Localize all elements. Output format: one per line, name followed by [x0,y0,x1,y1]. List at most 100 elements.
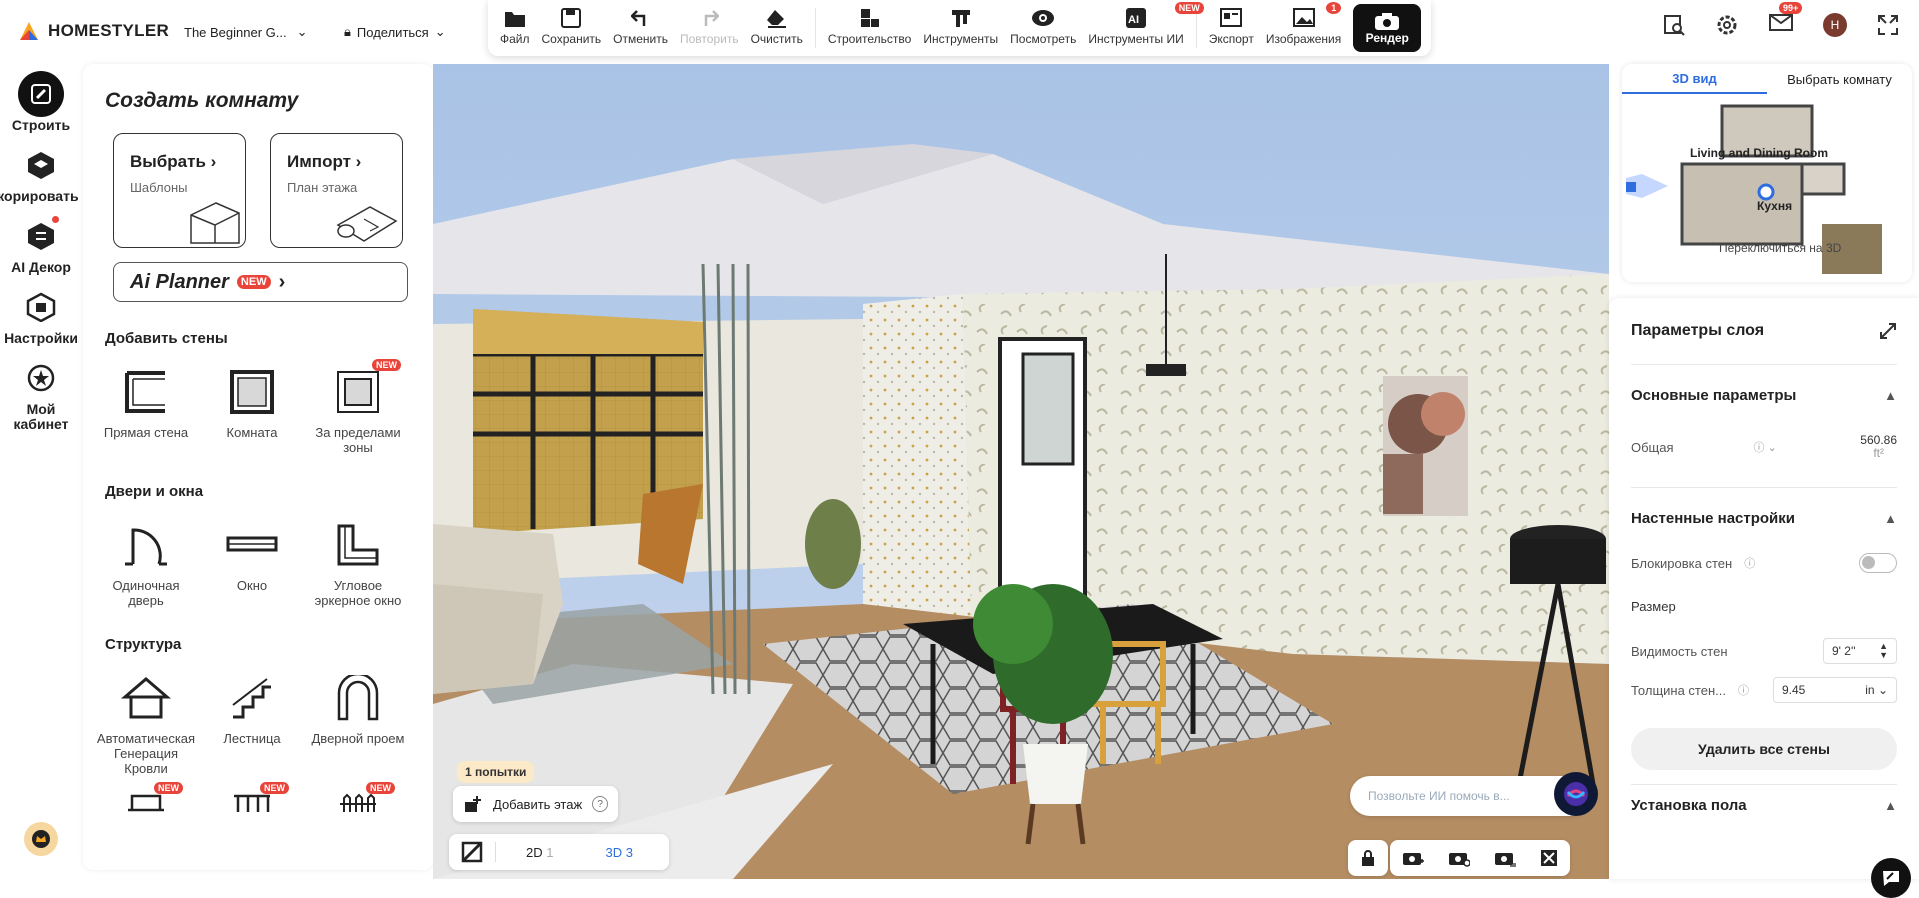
nav-ai-decor[interactable]: AI Декор [0,212,82,275]
room-tool[interactable]: Комната [199,363,305,455]
crown-button[interactable] [24,822,58,856]
fullscreen-icon[interactable] [1877,14,1899,36]
tools-label: Инструменты [923,32,999,46]
stairs-tool[interactable]: Лестница [199,669,305,776]
camera-add-icon[interactable] [1402,849,1424,867]
images-button[interactable]: Изображения 1 [1260,2,1347,46]
new-badge: NEW [154,782,183,794]
bay-window-tool[interactable]: Угловое эркерное окно [305,516,411,608]
structure-item-extra-2[interactable]: NEW [199,782,305,818]
logo[interactable]: HOMESTYLER [18,20,169,42]
help-icon[interactable]: ? [592,796,609,812]
single-door-label: Одиночная дверь [112,578,180,608]
undo-button[interactable]: Отменить [607,4,674,46]
lock-button[interactable] [1348,840,1388,876]
add-floor-button[interactable]: Добавить этаж ? [453,786,619,822]
mail-button[interactable]: 99+ [1769,2,1803,37]
build-icon [860,9,879,27]
tab-3d-view[interactable]: 3D вид [1622,64,1767,94]
3d-viewport[interactable]: 1 попытки Добавить этаж ? 2D 1 3D 3 Позв… [433,64,1609,879]
wall-settings-header[interactable]: Настенные настройки ▲ [1609,488,1919,548]
nav-settings-label: Настройки [4,330,78,346]
info-icon[interactable]: ⓘ [1738,682,1749,698]
camera-icon [1375,13,1400,30]
minimap-room-label-1: Living and Dining Room [1690,146,1828,160]
images-count-badge: 1 [1326,2,1342,14]
structure-item-extra-3[interactable]: NEW [305,782,411,818]
minimap[interactable]: 3D вид Выбрать комнату Living and Dining… [1622,64,1912,282]
ai-tools-button[interactable]: AI Инструменты ИИ NEW [1082,2,1204,46]
redo-button[interactable]: Повторить [674,4,745,46]
export-button[interactable]: Экспорт [1203,4,1260,46]
floor-settings-header[interactable]: Установка пола ▲ [1609,785,1919,825]
auto-roof-tool[interactable]: Автоматическая Генерация Кровли [93,669,199,776]
straight-wall-tool[interactable]: Прямая стена [93,363,199,455]
structure-item-extra-1[interactable]: NEW [93,782,199,818]
catalog-search-icon[interactable] [1663,14,1685,36]
clear-button[interactable]: Очистить [745,4,809,46]
ai-assistant-button[interactable] [1554,772,1598,816]
main-toolbar: Файл Сохранить Отменить Повторить Очисти… [488,0,1431,56]
avatar[interactable]: H [1823,12,1847,37]
wall-settings-label: Настенные настройки [1631,509,1796,527]
feedback-button[interactable] [1871,858,1911,898]
stepper-icon[interactable]: ▲ ▼ [1879,642,1888,660]
outside-zone-tool[interactable]: За пределами зоны NEW [305,359,411,455]
wall-visibility-label: Видимость стен [1631,643,1728,659]
info-icon[interactable]: ⓘ [1744,555,1755,571]
nav-decorate[interactable]: екорировать [0,141,82,204]
choose-template-card[interactable]: Выбрать › Шаблоны [113,133,246,248]
lock-icon: 🔒︎ [344,24,351,39]
view-button[interactable]: Посмотреть [1004,4,1082,46]
wall-thickness-input[interactable]: 9.45 in ⌄ [1773,677,1897,703]
tab-choose-room[interactable]: Выбрать комнату [1767,64,1912,94]
lock-icon [1362,850,1374,866]
file-button[interactable]: Файл [494,4,536,46]
collapse-icon[interactable] [1540,849,1558,867]
info-icon[interactable]: ⓘ ⌄ [1754,439,1777,455]
window-icon [226,536,278,552]
outside-zone-icon [337,371,379,413]
project-selector[interactable]: The Beginner G... ⌄ [184,24,308,40]
delete-all-walls-button[interactable]: Удалить все стены [1631,728,1897,770]
import-plan-card[interactable]: Импорт › План этажа [270,133,403,248]
build-button[interactable]: Строительство [822,4,918,46]
ai-assistant-input[interactable]: Позвольте ИИ помочь в... [1350,772,1598,816]
window-tool[interactable]: Окно [199,516,305,608]
ai-input-placeholder: Позвольте ИИ помочь в... [1368,789,1510,803]
save-button[interactable]: Сохранить [536,4,608,46]
arch-icon [337,675,379,721]
camera-list-icon[interactable] [1494,849,1516,867]
import-title: Импорт [287,152,351,171]
switch-3d-label[interactable]: Переключиться на 3D [1719,241,1842,255]
share-button[interactable]: 🔒︎ Поделиться ⌄ [344,24,446,40]
view-label: Посмотреть [1010,32,1077,46]
room-icon [230,370,274,414]
nav-settings[interactable]: Настройки [0,283,82,346]
build-label: Строительство [827,32,912,46]
redo-label: Повторить [680,32,739,46]
door-opening-tool[interactable]: Дверной проем [305,669,411,776]
save-label: Сохранить [541,32,602,46]
2d-label: 2D [526,844,543,860]
basic-params-header[interactable]: Основные параметры ▲ [1609,365,1919,425]
floor-plan-icon[interactable] [461,841,483,863]
undo-label: Отменить [613,32,668,46]
single-door-tool[interactable]: Одиночная дверь [93,516,199,608]
top-right-actions: 99+ H [1663,2,1899,37]
2d-view-button[interactable]: 2D 1 [526,845,553,860]
gear-icon[interactable] [1715,13,1739,37]
tools-button[interactable]: Инструменты [917,4,1004,46]
expand-icon[interactable] [1879,322,1897,340]
nav-build[interactable]: Строить [0,70,82,133]
3d-view-button[interactable]: 3D 3 [605,845,632,860]
ai-planner-button[interactable]: Ai Planner NEW › [113,262,408,302]
room-label: Комната [226,425,278,440]
add-floor-label: Добавить этаж [493,796,583,812]
wall-visibility-input[interactable]: 9' 2'' ▲ ▼ [1823,638,1897,664]
chevron-down-icon[interactable]: ⌄ [1878,683,1888,697]
render-button[interactable]: Рендер [1353,4,1422,52]
wall-lock-toggle[interactable] [1859,553,1897,573]
camera-settings-icon[interactable] [1448,849,1470,867]
nav-cabinet[interactable]: Мой кабинет [0,354,82,432]
